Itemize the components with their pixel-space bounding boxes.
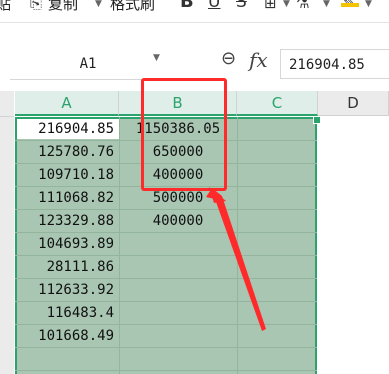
annotation-arrow	[206, 187, 266, 331]
